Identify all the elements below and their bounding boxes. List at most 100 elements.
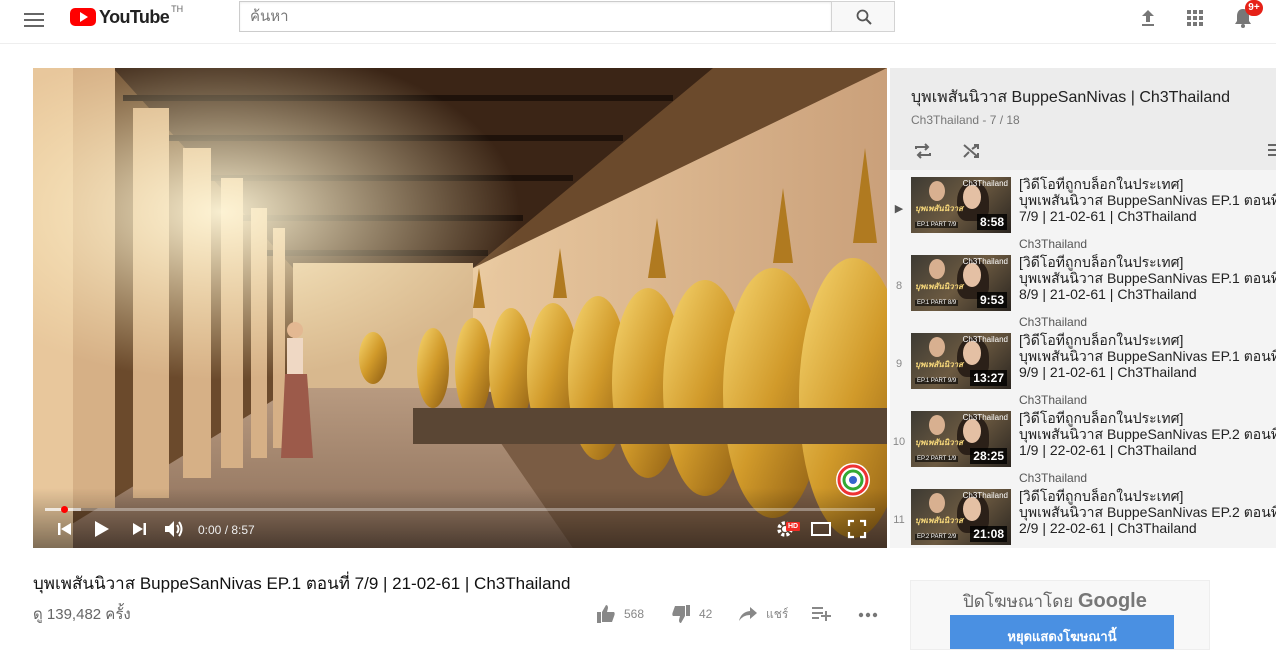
playlist-item-index: ▶ — [894, 203, 904, 215]
upload-icon[interactable] — [1136, 6, 1160, 30]
title-line: [วิดีโอที่ถูกบล็อกในประเทศ] — [1019, 410, 1184, 426]
playlist-item-thumbnail[interactable]: Ch3Thailand บุพเพสันนิวาส EP.2 PART 2/9 … — [911, 489, 1011, 545]
playlist-item-title[interactable]: [วิดีโอที่ถูกบล็อกในประเทศ] บุพเพสันนิวา… — [1019, 332, 1276, 380]
playlist-item-thumbnail[interactable]: Ch3Thailand บุพเพสันนิวาส EP.1 PART 8/9 … — [911, 255, 1011, 311]
share-icon — [739, 607, 757, 621]
playlist-item-channel: Ch3Thailand — [1019, 471, 1088, 485]
title-line: บุพเพสันนิวาส BuppeSanNivas EP.1 ตอนที่ — [1019, 192, 1276, 208]
title-line: บุพเพสันนิวาส BuppeSanNivas EP.1 ตอนที่ — [1019, 348, 1276, 364]
scrubber-handle[interactable] — [61, 506, 68, 513]
fullscreen-icon[interactable] — [845, 517, 869, 541]
time-separator: / — [221, 523, 232, 537]
loop-icon[interactable] — [912, 140, 934, 162]
search-icon — [856, 9, 872, 25]
more-actions-icon[interactable] — [858, 612, 878, 618]
title-line: บุพเพสันนิวาส BuppeSanNivas EP.1 ตอนที่ — [1019, 270, 1276, 286]
thumb-episode-label: EP.1 PART 9/9 — [915, 378, 959, 384]
share-label: แชร์ — [766, 606, 789, 621]
playlist-item-channel: Ch3Thailand — [1019, 393, 1088, 407]
stop-seeing-ad-button[interactable]: หยุดแสดงโฆษณานี้ — [950, 615, 1174, 649]
add-to-playlist-icon[interactable] — [812, 605, 832, 623]
playlist-title[interactable]: บุพเพสันนิวาส BuppeSanNivas | Ch3Thailan… — [911, 85, 1230, 110]
title-line: 9/9 | 21-02-61 | Ch3Thailand — [1019, 364, 1197, 380]
thumb-channel-label: Ch3Thailand — [962, 257, 1008, 266]
channel3-watermark-icon — [836, 463, 870, 497]
playlist-item-index: 11 — [893, 514, 905, 526]
like-count: 568 — [624, 607, 645, 621]
thumb-channel-label: Ch3Thailand — [962, 179, 1008, 188]
title-line: 7/9 | 21-02-61 | Ch3Thailand — [1019, 208, 1197, 224]
search-box — [239, 1, 895, 32]
thumb-figure — [929, 259, 945, 279]
playlist-item-thumbnail[interactable]: Ch3Thailand บุพเพสันนิวาส EP.1 PART 9/9 … — [911, 333, 1011, 389]
logo-text: YouTube — [99, 6, 170, 27]
playlist-item-index: 9 — [895, 358, 903, 370]
previous-icon[interactable] — [53, 517, 77, 541]
thumb-episode-label: EP.1 PART 7/9 — [915, 222, 959, 228]
thumb-episode-label: EP.2 PART 2/9 — [915, 534, 959, 540]
playlist-item[interactable]: 8 Ch3Thailand บุพเพสันนิวาส EP.1 PART 8/… — [890, 252, 1276, 330]
like-button[interactable]: 568 — [596, 604, 644, 624]
thumb-show-logo: บุพเพสันนิวาส — [915, 204, 964, 213]
playlist-owner-position[interactable]: Ch3Thailand - 7 / 18 — [911, 113, 1020, 127]
playlist-item-index: 10 — [892, 436, 906, 448]
playlist-item[interactable]: ▶ Ch3Thailand บุพเพสันนิวาส EP.1 PART 7/… — [890, 174, 1276, 252]
time-display: 0:00 / 8:57 — [198, 523, 255, 537]
thumb-episode-label: EP.2 PART 1/9 — [915, 456, 959, 462]
playlist-item-duration: 28:25 — [970, 448, 1007, 464]
hd-badge: HD — [786, 522, 801, 531]
playlist-item-title[interactable]: [วิดีโอที่ถูกบล็อกในประเทศ] บุพเพสันนิวา… — [1019, 488, 1276, 536]
thumb-episode-label: EP.1 PART 8/9 — [915, 300, 959, 306]
thumb-show-logo: บุพเพสันนิวาส — [915, 516, 964, 525]
current-time: 0:00 — [198, 523, 222, 537]
playlist-item[interactable]: 9 Ch3Thailand บุพเพสันนิวาส EP.1 PART 9/… — [890, 330, 1276, 408]
title-line: บุพเพสันนิวาส BuppeSanNivas EP.2 ตอนที่ — [1019, 504, 1276, 520]
play-icon[interactable] — [89, 517, 113, 541]
title-line: [วิดีโอที่ถูกบล็อกในประเทศ] — [1019, 332, 1184, 348]
dislike-button[interactable]: 42 — [671, 604, 712, 624]
playlist-item-title[interactable]: [วิดีโอที่ถูกบล็อกในประเทศ] บุพเพสันนิวา… — [1019, 176, 1276, 224]
video-player[interactable]: 0:00 / 8:57 HD — [33, 68, 887, 548]
playlist-panel: บุพเพสันนิวาส BuppeSanNivas | Ch3Thailan… — [890, 68, 1276, 548]
thumb-channel-label: Ch3Thailand — [962, 491, 1008, 500]
thumbs-up-icon — [597, 605, 615, 623]
title-line: [วิดีโอที่ถูกบล็อกในประเทศ] — [1019, 254, 1184, 270]
thumb-figure — [963, 341, 981, 365]
share-button[interactable]: แชร์ — [738, 604, 788, 624]
playlist-item-title[interactable]: [วิดีโอที่ถูกบล็อกในประเทศ] บุพเพสันนิวา… — [1019, 410, 1276, 458]
thumbs-down-icon — [672, 605, 690, 623]
next-icon[interactable] — [127, 517, 151, 541]
thumb-figure — [963, 263, 981, 287]
playlist-item-index: 8 — [895, 280, 903, 292]
notifications-badge: 9+ — [1245, 0, 1263, 16]
volume-icon[interactable] — [162, 517, 186, 541]
playlist-item-thumbnail[interactable]: Ch3Thailand บุพเพสันนิวาส EP.1 PART 7/9 … — [911, 177, 1011, 233]
thumb-show-logo: บุพเพสันนิวาส — [915, 282, 964, 291]
thumb-figure — [963, 497, 981, 521]
thumb-figure — [929, 493, 945, 513]
title-line: 2/9 | 22-02-61 | Ch3Thailand — [1019, 520, 1197, 536]
google-logo: Google — [1077, 590, 1147, 612]
playlist-item[interactable]: 10 Ch3Thailand บุพเพสันนิวาส EP.2 PART 1… — [890, 408, 1276, 486]
guide-menu-icon[interactable] — [24, 10, 44, 30]
video-frame — [33, 68, 887, 548]
masthead: YouTube TH 9+ — [0, 0, 1276, 44]
thumb-figure — [929, 181, 945, 201]
search-button[interactable] — [831, 1, 895, 32]
search-input[interactable] — [239, 1, 831, 32]
progress-bar[interactable] — [45, 506, 875, 513]
shuffle-icon[interactable] — [961, 140, 983, 162]
playlist-item[interactable]: 11 Ch3Thailand บุพเพสันนิวาส EP.2 PART 2… — [890, 486, 1276, 548]
youtube-logo[interactable]: YouTube TH — [70, 4, 183, 27]
thumb-figure — [929, 337, 945, 357]
title-line: 8/9 | 21-02-61 | Ch3Thailand — [1019, 286, 1197, 302]
apps-grid-icon[interactable] — [1183, 6, 1207, 30]
thumb-figure — [963, 419, 981, 443]
playlist-item-duration: 13:27 — [970, 370, 1007, 386]
playlist-item-thumbnail[interactable]: Ch3Thailand บุพเพสันนิวาส EP.2 PART 1/9 … — [911, 411, 1011, 467]
playlist-item-title[interactable]: [วิดีโอที่ถูกบล็อกในประเทศ] บุพเพสันนิวา… — [1019, 254, 1276, 302]
thumb-figure — [963, 185, 981, 209]
theater-mode-icon[interactable] — [809, 517, 833, 541]
playlist-menu-icon[interactable] — [1268, 143, 1276, 157]
playlist-item-duration: 8:58 — [976, 214, 1007, 230]
